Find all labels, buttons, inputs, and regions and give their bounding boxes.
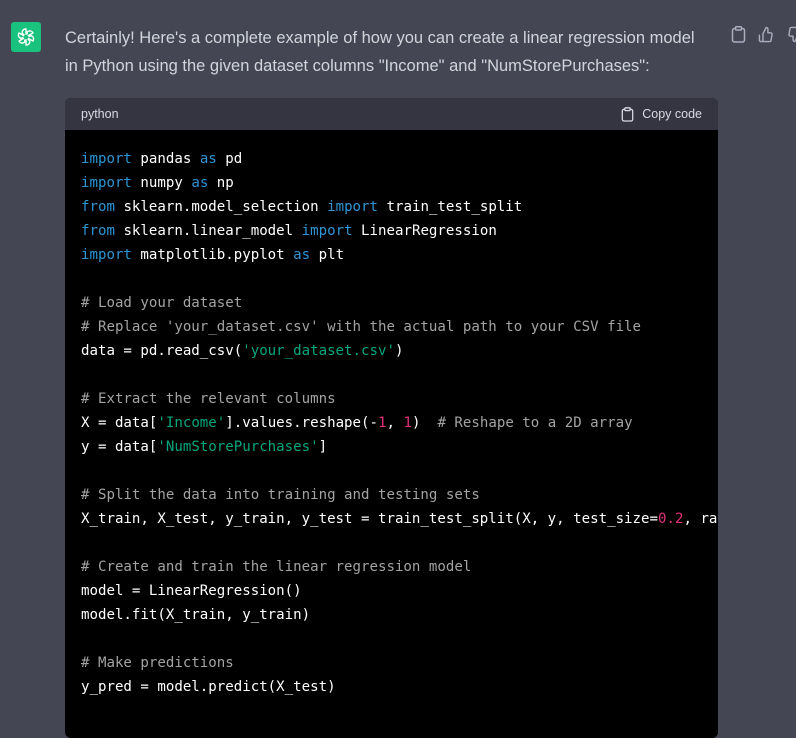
code-token: ].values.reshape(- <box>225 415 378 431</box>
code-language-label: python <box>81 107 119 121</box>
code-token: 'your_dataset.csv' <box>242 343 395 359</box>
assistant-avatar <box>11 22 41 52</box>
code-token: import <box>81 151 132 167</box>
code-token: 0.2 <box>658 511 683 527</box>
code-line: ​ <box>81 459 702 483</box>
code-token: import <box>302 223 353 239</box>
thumbs-down-button[interactable] <box>785 24 796 44</box>
code-token: as <box>191 175 208 191</box>
code-token: X = data[ <box>81 415 157 431</box>
thumbs-up-icon <box>758 26 775 43</box>
code-token: ) <box>395 343 404 359</box>
code-token: matplotlib.pyplot <box>132 247 293 263</box>
code-line: from sklearn.linear_model import LinearR… <box>81 219 702 243</box>
code-line: # Split the data into training and testi… <box>81 483 702 507</box>
code-content: import pandas as pdimport numpy as npfro… <box>65 130 718 716</box>
message-actions <box>729 24 796 44</box>
thumbs-down-icon <box>786 26 796 43</box>
code-token: plt <box>310 247 344 263</box>
code-token: y_pred = model.predict(X_test) <box>81 679 336 695</box>
code-line: model = LinearRegression() <box>81 579 702 603</box>
code-token: # Make predictions <box>81 655 234 671</box>
code-line: # Make predictions <box>81 651 702 675</box>
code-token: sklearn.model_selection <box>115 199 327 215</box>
code-block: python Copy code import pandas as pdimpo… <box>65 98 718 738</box>
code-token: from <box>81 223 115 239</box>
code-line: # Create and train the linear regression… <box>81 555 702 579</box>
code-line: ​ <box>81 363 702 387</box>
code-token: ] <box>319 439 328 455</box>
code-line: X = data['Income'].values.reshape(-1, 1)… <box>81 411 702 435</box>
code-block-header: python Copy code <box>65 98 718 130</box>
code-token: # Reshape to a 2D array <box>437 415 632 431</box>
code-token: 'Income' <box>157 415 225 431</box>
code-line: X_train, X_test, y_train, y_test = train… <box>81 507 702 531</box>
code-token: as <box>200 151 217 167</box>
copy-code-button[interactable]: Copy code <box>621 107 702 122</box>
code-token: # Extract the relevant columns <box>81 391 336 407</box>
code-token: 1 <box>403 415 412 431</box>
thumbs-up-button[interactable] <box>757 24 775 44</box>
code-token: sklearn.linear_model <box>115 223 302 239</box>
code-token: pandas <box>132 151 200 167</box>
code-token: train_test_split <box>378 199 522 215</box>
code-token: from <box>81 199 115 215</box>
code-line: ​ <box>81 267 702 291</box>
openai-logo-icon <box>15 26 37 48</box>
code-line: y_pred = model.predict(X_test) <box>81 675 702 699</box>
code-token: model = LinearRegression() <box>81 583 302 599</box>
code-token: # Replace 'your_dataset.csv' with the ac… <box>81 319 641 335</box>
code-token: 1 <box>378 415 387 431</box>
code-line: # Replace 'your_dataset.csv' with the ac… <box>81 315 702 339</box>
code-token: LinearRegression <box>353 223 497 239</box>
code-line: import numpy as np <box>81 171 702 195</box>
code-token: y = data[ <box>81 439 157 455</box>
code-token: import <box>81 247 132 263</box>
code-line: ​ <box>81 531 702 555</box>
clipboard-icon <box>621 107 634 122</box>
code-token: np <box>208 175 233 191</box>
code-token: # Split the data into training and testi… <box>81 487 480 503</box>
code-token: X_train, X_test, y_train, y_test = train… <box>81 511 658 527</box>
code-token: model.fit(X_train, y_train) <box>81 607 310 623</box>
assistant-message-text: Certainly! Here's a complete example of … <box>65 24 705 80</box>
code-token: import <box>327 199 378 215</box>
code-token: numpy <box>132 175 191 191</box>
code-line: ​ <box>81 627 702 651</box>
code-line: from sklearn.model_selection import trai… <box>81 195 702 219</box>
clipboard-icon <box>731 26 746 43</box>
code-line: data = pd.read_csv('your_dataset.csv') <box>81 339 702 363</box>
code-line: # Load your dataset <box>81 291 702 315</box>
code-line: # Extract the relevant columns <box>81 387 702 411</box>
code-token: 'NumStorePurchases' <box>157 439 318 455</box>
code-token: pd <box>217 151 242 167</box>
code-line: import matplotlib.pyplot as plt <box>81 243 702 267</box>
code-token: # Load your dataset <box>81 295 242 311</box>
copy-code-label: Copy code <box>642 107 702 121</box>
copy-message-button[interactable] <box>729 24 747 44</box>
code-line: import pandas as pd <box>81 147 702 171</box>
code-line: model.fit(X_train, y_train) <box>81 603 702 627</box>
code-token: ) <box>412 415 437 431</box>
code-token: , ran <box>683 511 718 527</box>
code-token: , <box>387 415 404 431</box>
code-token: as <box>293 247 310 263</box>
code-token: # Create and train the linear regression… <box>81 559 471 575</box>
code-line: y = data['NumStorePurchases'] <box>81 435 702 459</box>
code-token: data = pd.read_csv( <box>81 343 242 359</box>
code-token: import <box>81 175 132 191</box>
